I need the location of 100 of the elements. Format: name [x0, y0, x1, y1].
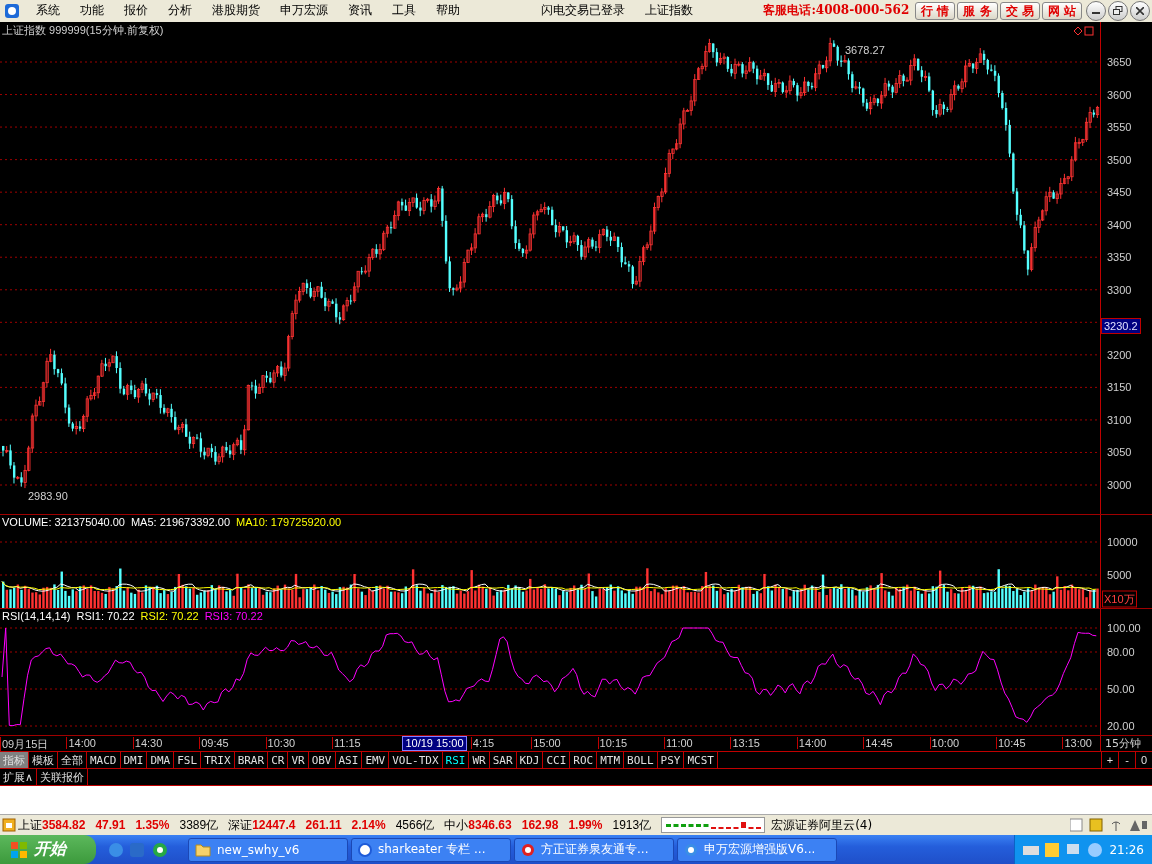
chart-title: 上证指数 999999(15分钟.前复权) — [2, 22, 164, 38]
time-axis-label: 14:45 — [863, 737, 893, 750]
menu-item[interactable]: 港股期货 — [202, 2, 270, 20]
indicator-tab[interactable]: TRIX — [201, 752, 235, 769]
time-axis-label: 14:30 — [132, 737, 163, 750]
legend-text: MA10: 179725920.00 — [236, 516, 342, 529]
period-label: 15分钟 — [1100, 736, 1152, 752]
indicator-tab[interactable]: MCST — [684, 752, 718, 769]
index-value: 3584.82 — [42, 818, 86, 832]
price-axis-label: 3600 — [1107, 88, 1132, 101]
panel-tab[interactable]: 关联报价 — [37, 769, 89, 786]
nav-button[interactable]: 行 情 — [915, 2, 956, 20]
menu-item[interactable]: 功能 — [70, 2, 114, 20]
taskbar-button[interactable]: new_swhy_v6 — [188, 837, 348, 862]
time-axis-label: 10:15 — [597, 737, 628, 750]
index-name: 中小 — [444, 816, 469, 834]
index-percent: 2.14% — [351, 818, 386, 832]
app-icon — [684, 842, 698, 857]
app-logo-icon — [4, 3, 20, 19]
time-axis-label: 14:00 — [66, 737, 96, 750]
index-name: 上证 — [18, 816, 42, 834]
legend-text: RSI3: 70.22 — [204, 610, 263, 623]
price-axis-label: 3500 — [1107, 153, 1132, 166]
menu-item[interactable]: 报价 — [114, 2, 158, 20]
hotline-text: 客服电话:4008-000-562 — [763, 2, 910, 20]
index-value: 12447.4 — [252, 818, 296, 832]
broker-server-text: 宏源证券阿里云(4) — [771, 816, 873, 834]
indicator-tab[interactable]: ASI — [335, 752, 363, 769]
price-axis-label: 3650 — [1107, 55, 1132, 68]
time-axis-label: 14:00 — [796, 737, 827, 750]
indicator-tab[interactable]: MACD — [87, 752, 121, 769]
restore-icon — [1113, 6, 1123, 16]
price-axis-label: 3350 — [1107, 251, 1132, 264]
price-axis-label: 3000 — [1107, 478, 1132, 491]
time-axis-label: 10:45 — [996, 737, 1026, 750]
panel-tab[interactable]: 扩展∧ — [0, 769, 38, 786]
index-amount: 3389亿 — [179, 816, 219, 834]
time-axis-label: 13:15 — [730, 737, 760, 750]
nav-button[interactable]: 网 站 — [1041, 2, 1082, 20]
rsi-axis-label: 100.00 — [1107, 622, 1141, 635]
menu-item[interactable]: 资讯 — [338, 2, 382, 20]
menu-item[interactable]: 系统 — [26, 2, 70, 20]
low-price-label: 2983.90 — [28, 489, 68, 502]
unit-label: X10万 — [1102, 590, 1137, 608]
indicator-tab[interactable]: BOLL — [624, 752, 658, 769]
indicator-tab[interactable]: 全部 — [58, 752, 87, 769]
legend-text: RSI1: 70.22 — [76, 610, 135, 623]
taskbar-button[interactable]: 方正证券泉友通专... — [514, 837, 674, 862]
indicator-tab[interactable]: MTM — [597, 752, 625, 769]
index-amount: 1913亿 — [612, 816, 652, 834]
time-axis-label: 10:00 — [929, 737, 960, 750]
minimize-button[interactable] — [1086, 1, 1106, 21]
close-button[interactable] — [1130, 1, 1150, 21]
index-percent: 1.99% — [568, 818, 603, 832]
restore-button[interactable] — [1108, 1, 1128, 21]
menu-item[interactable]: 分析 — [158, 2, 202, 20]
index-change: 261.11 — [305, 818, 342, 832]
indicator-tab[interactable]: 模板 — [29, 752, 58, 769]
menu-item[interactable]: 帮助 — [426, 2, 470, 20]
price-axis-label: 3300 — [1107, 283, 1132, 296]
chart-controls-icon[interactable] — [1074, 25, 1094, 36]
swirl-icon — [521, 842, 535, 857]
price-axis-label: 3100 — [1107, 413, 1132, 426]
time-axis-label: 4:15 — [470, 737, 495, 750]
nav-button[interactable]: 交 易 — [999, 2, 1040, 20]
time-axis-label: 10:30 — [265, 737, 296, 750]
legend-text: VOLUME: 321375040.00 — [2, 516, 125, 529]
volume-axis-label: 5000 — [1107, 569, 1132, 582]
legend-text: RSI(14,14,14) — [2, 610, 71, 623]
menu-item[interactable]: 工具 — [382, 2, 426, 20]
index-value: 8346.63 — [468, 818, 512, 832]
index-change: 47.91 — [95, 818, 126, 832]
time-cursor-label: 10/19 15:00 — [402, 736, 467, 752]
price-axis-label: 3050 — [1107, 446, 1132, 459]
indicator-tab[interactable]: VOL-TDX — [389, 752, 443, 769]
rsi-axis-label: 20.00 — [1107, 720, 1135, 733]
folder-icon — [195, 842, 211, 857]
rsi-axis-label: 50.00 — [1107, 683, 1135, 696]
legend-text: MA5: 219673392.00 — [130, 516, 230, 529]
time-axis-label: 11:15 — [332, 737, 361, 750]
indicator-tab[interactable]: VR — [288, 752, 309, 769]
volume-axis-label: 10000 — [1107, 536, 1138, 549]
status-text: 上证指数 — [643, 2, 694, 20]
high-price-label: 3678.27 — [845, 43, 885, 56]
globe-icon — [358, 842, 372, 857]
nav-button[interactable]: 服 务 — [957, 2, 998, 20]
indicator-tab[interactable]: WR — [469, 752, 490, 769]
rsi-axis-label: 80.00 — [1107, 646, 1135, 659]
menu-item[interactable]: 申万宏源 — [270, 2, 338, 20]
taskbar-button[interactable]: 申万宏源增强版V6... — [677, 837, 837, 862]
price-axis-label: 3200 — [1107, 348, 1132, 361]
index-percent: 1.35% — [135, 818, 170, 832]
close-icon — [1136, 7, 1144, 15]
status-text: 闪电交易已登录 — [539, 2, 626, 20]
price-axis-label: 3150 — [1107, 381, 1132, 394]
taskbar-button[interactable]: sharkeater 专栏 ... — [351, 837, 511, 862]
price-axis-label: 3450 — [1107, 186, 1132, 199]
windows-logo-icon — [10, 840, 28, 859]
time-axis-label: 11:00 — [664, 737, 693, 750]
time-axis-label: 09:45 — [199, 737, 229, 750]
